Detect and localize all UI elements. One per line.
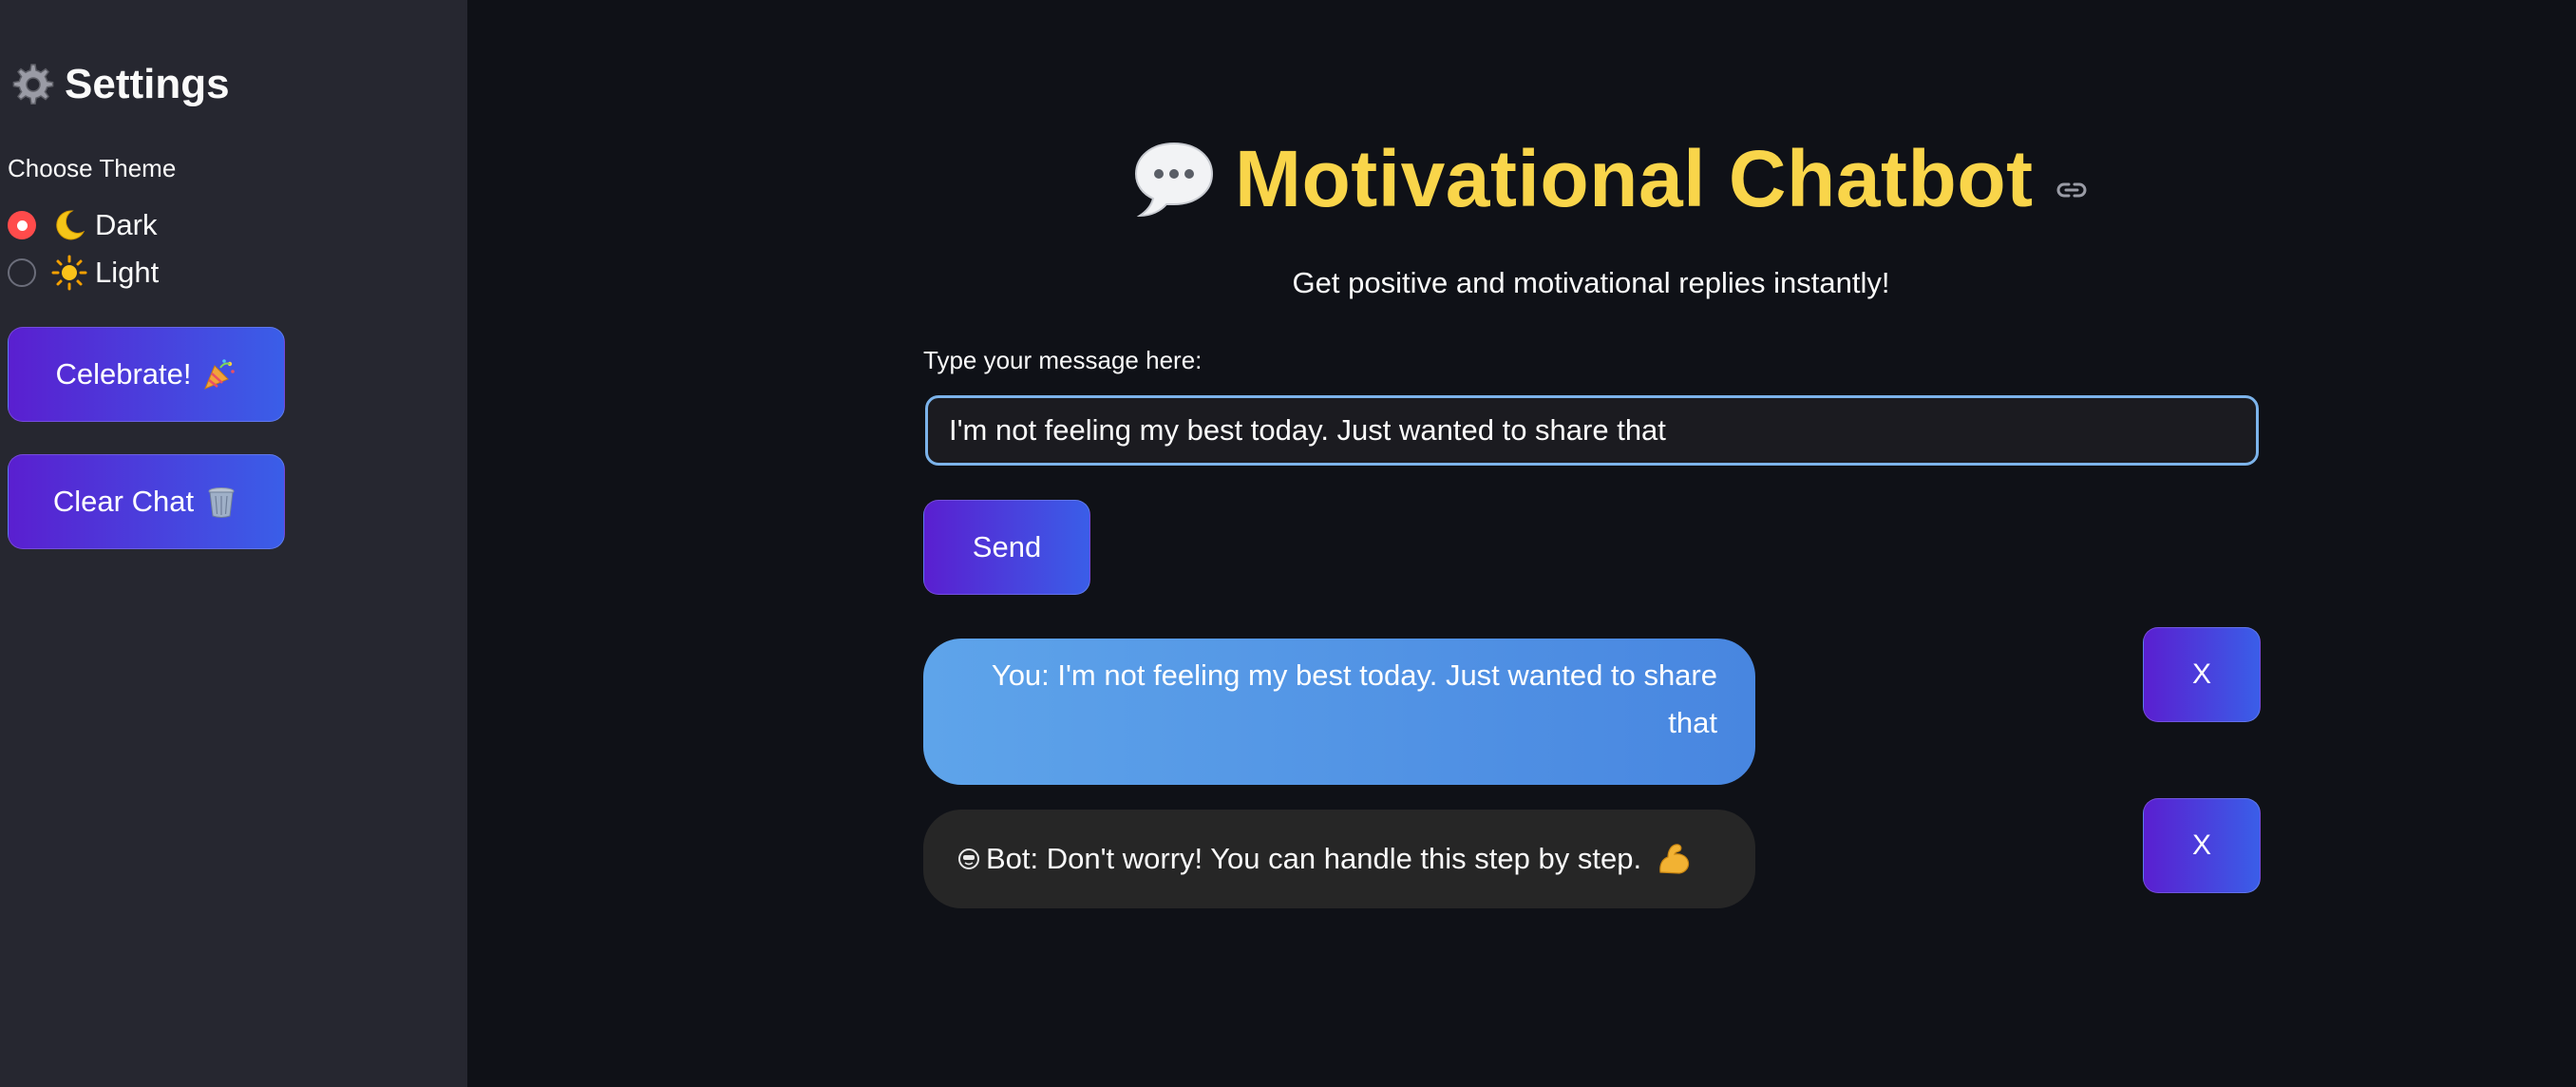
user-message-bubble: You: I'm not feeling my best today. Just… bbox=[923, 639, 1755, 785]
theme-label: Choose Theme bbox=[8, 154, 177, 182]
gear-icon bbox=[12, 64, 54, 105]
page-subtitle: Get positive and motivational replies in… bbox=[1292, 266, 1890, 299]
theme-option-dark-label-group: Dark bbox=[51, 207, 157, 243]
send-button[interactable]: Send bbox=[923, 500, 1090, 595]
sidebar: Settings Choose Theme Dark Light Celebra… bbox=[0, 0, 467, 1087]
bot-message-text: Bot: Don't worry! You can handle this st… bbox=[986, 842, 1642, 875]
party-popper-icon bbox=[203, 359, 235, 390]
speech-bubble-icon bbox=[1134, 142, 1214, 217]
flexed-biceps-icon bbox=[1659, 844, 1690, 874]
theme-option-light-label: Light bbox=[95, 256, 160, 289]
bot-message-bubble: Bot: Don't worry! You can handle this st… bbox=[923, 810, 1755, 908]
moon-icon bbox=[56, 210, 85, 240]
celebrate-button[interactable]: Celebrate! bbox=[8, 327, 285, 422]
radio-selected-icon[interactable] bbox=[8, 211, 36, 239]
link-icon[interactable] bbox=[2055, 173, 2089, 207]
clear-chat-button-label: Clear Chat bbox=[52, 485, 195, 518]
sun-icon bbox=[51, 255, 87, 291]
page-title: Motivational Chatbot bbox=[1130, 133, 2089, 225]
remove-message-button[interactable]: X bbox=[2143, 798, 2261, 893]
clear-chat-button[interactable]: Clear Chat bbox=[8, 454, 285, 549]
message-input[interactable] bbox=[925, 395, 2259, 466]
page-title-text: Motivational Chatbot bbox=[1235, 134, 2034, 223]
theme-option-light-label-group: Light bbox=[51, 255, 159, 291]
sidebar-title: Settings bbox=[65, 61, 230, 107]
remove-message-button[interactable]: X bbox=[2143, 627, 2261, 722]
message-input-label: Type your message here: bbox=[923, 346, 1203, 374]
theme-option-dark[interactable]: Dark bbox=[8, 207, 157, 243]
theme-option-light[interactable]: Light bbox=[8, 255, 159, 291]
celebrate-button-label: Celebrate! bbox=[55, 357, 192, 391]
sidebar-header: Settings bbox=[8, 61, 230, 108]
app-root: Settings Choose Theme Dark Light Celebra… bbox=[0, 0, 2576, 1087]
radio-unselected-icon[interactable] bbox=[8, 258, 36, 287]
trash-icon bbox=[208, 487, 235, 518]
bot-icon bbox=[958, 849, 979, 869]
theme-option-dark-label: Dark bbox=[95, 208, 158, 241]
